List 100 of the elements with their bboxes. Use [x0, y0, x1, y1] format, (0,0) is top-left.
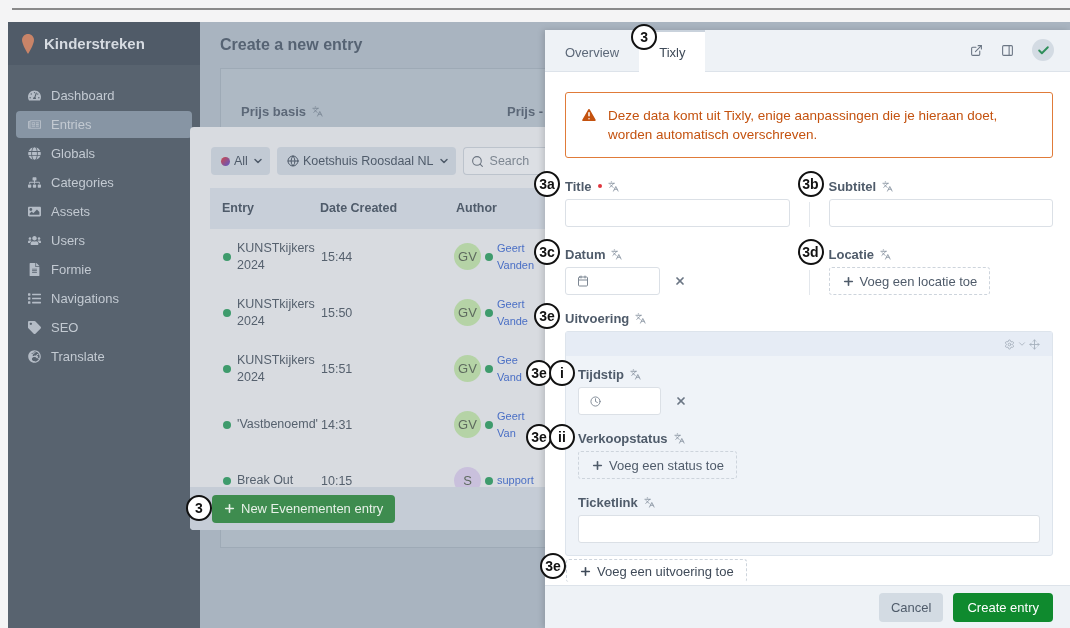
- add-button[interactable]: Voeg een uitvoering toe: [566, 559, 747, 582]
- author-link[interactable]: Geert Van: [497, 407, 525, 442]
- status-dot: [485, 308, 493, 317]
- filter-dropdown[interactable]: All: [211, 147, 270, 175]
- status-dot: [223, 252, 231, 261]
- new-entry-button[interactable]: New Evenementen entry: [212, 494, 396, 523]
- field-label: Verkoopstatus: [578, 430, 668, 446]
- callout-badge: 3e: [540, 553, 566, 579]
- cancel-button[interactable]: Cancel: [879, 592, 944, 622]
- translate-icon: [607, 180, 619, 192]
- avatar: GV: [454, 411, 481, 439]
- caret-icon[interactable]: [1017, 339, 1027, 349]
- external-link-icon[interactable]: [970, 43, 983, 57]
- field-label: Prijs -: [507, 103, 544, 119]
- clear-icon[interactable]: [674, 275, 686, 287]
- newspaper-icon: [28, 118, 41, 131]
- translate-icon: [880, 248, 891, 260]
- image-icon: [28, 205, 41, 218]
- time-input[interactable]: [578, 387, 661, 415]
- clock-icon: [590, 395, 601, 407]
- gear-icon[interactable]: [1004, 338, 1015, 350]
- translate-icon: [635, 312, 647, 324]
- plus-icon: [591, 458, 604, 472]
- sidebar-item[interactable]: Assets: [16, 198, 192, 225]
- translate-icon: [882, 180, 894, 192]
- status-dot: [223, 308, 231, 317]
- column-header: Entry: [222, 201, 255, 216]
- sidebar-item[interactable]: Globals: [16, 140, 192, 167]
- sidebar-item[interactable]: SEO: [16, 314, 192, 341]
- callout-badge: 3c: [534, 239, 560, 265]
- callout-badge: 3d: [797, 239, 824, 265]
- plus-icon: [579, 564, 592, 578]
- entry-title: Break Out: [237, 472, 295, 488]
- callout-badge: i: [549, 360, 575, 386]
- column-header: Author: [456, 201, 498, 216]
- alert-text: Deze data komt uit Tixly, enige aanpassingen die je hieraan doet, worden automatisch overschreven.: [608, 107, 999, 144]
- status-dot: [485, 252, 493, 261]
- field-label: Locatie: [828, 246, 874, 262]
- status-dot: [223, 364, 231, 373]
- callout-badge: 3a: [534, 171, 560, 197]
- translate-icon: [630, 368, 641, 380]
- sidebar-item[interactable]: Users: [16, 227, 192, 254]
- move-icon[interactable]: [1029, 338, 1040, 350]
- calendar-icon: [577, 275, 589, 287]
- search-field[interactable]: Search: [462, 147, 545, 175]
- plus-icon: [223, 502, 236, 516]
- document-icon: [28, 263, 41, 276]
- globe-icon: [28, 147, 41, 160]
- callout-badge: 3b: [797, 171, 824, 197]
- create-button[interactable]: Create entry: [953, 592, 1053, 622]
- author-link[interactable]: Geert Vanden: [497, 239, 535, 274]
- author-link[interactable]: Geert Vande: [497, 295, 528, 330]
- translate-icon: [673, 432, 685, 444]
- field-label: Uitvoering: [565, 310, 630, 326]
- sidebar-item[interactable]: Translate: [16, 343, 192, 370]
- callout-badge: 3e: [534, 303, 560, 329]
- text-input[interactable]: [828, 199, 1053, 227]
- translate-icon: [312, 105, 324, 117]
- globe-icon: [286, 155, 299, 167]
- avatar: GV: [454, 299, 481, 327]
- date-cell-text: 15:51: [321, 361, 354, 376]
- sidebar-item[interactable]: Categories: [16, 169, 192, 196]
- sitemap-icon: [28, 176, 41, 189]
- app-name: Kinderstreken: [44, 35, 145, 52]
- entry-title: 'Vastbenoemd': [237, 416, 319, 434]
- author-link[interactable]: Gee Vand: [497, 351, 522, 386]
- date-input[interactable]: [565, 267, 660, 295]
- tab[interactable]: Overview: [545, 30, 632, 72]
- list-icon: [28, 292, 41, 305]
- entry-title: KUNSTkijkers 2024: [237, 295, 316, 330]
- author-link[interactable]: support: [497, 472, 534, 488]
- date-cell-text: 15:44: [321, 249, 354, 264]
- page-title: Create a new entry: [220, 36, 363, 54]
- globe-icon: [28, 350, 41, 363]
- status-dot: [485, 364, 493, 373]
- date-cell-text: 15:50: [321, 305, 354, 320]
- tag-icon: [28, 321, 41, 334]
- status-dot-icon: [221, 156, 230, 166]
- sidebar-item[interactable]: Navigations: [16, 285, 192, 312]
- field-label: Subtitel: [828, 178, 877, 194]
- translate-icon: [611, 248, 623, 260]
- map-pin-icon: [22, 33, 34, 54]
- text-input[interactable]: [578, 515, 1040, 543]
- avatar: GV: [454, 243, 481, 271]
- field-label: Ticketlink: [578, 494, 638, 510]
- add-button[interactable]: Voeg een locatie toe: [828, 267, 991, 295]
- sidebar-toggle-icon[interactable]: [1001, 43, 1014, 57]
- add-button[interactable]: Voeg een status toe: [578, 451, 737, 479]
- sidebar-item[interactable]: Dashboard: [16, 82, 192, 109]
- filter-dropdown[interactable]: Koetshuis Roosdaal NL: [276, 147, 456, 175]
- check-button[interactable]: [1032, 39, 1054, 61]
- clear-icon[interactable]: [675, 395, 687, 407]
- sidebar-item[interactable]: Formie: [16, 256, 192, 283]
- field-label: Tijdstip: [578, 366, 624, 382]
- avatar: GV: [454, 355, 481, 383]
- status-dot: [223, 476, 231, 485]
- date-cell-text: 10:15: [321, 473, 354, 488]
- text-input[interactable]: [565, 199, 790, 227]
- gauge-icon: [28, 89, 41, 102]
- field-label: Datum: [565, 246, 606, 262]
